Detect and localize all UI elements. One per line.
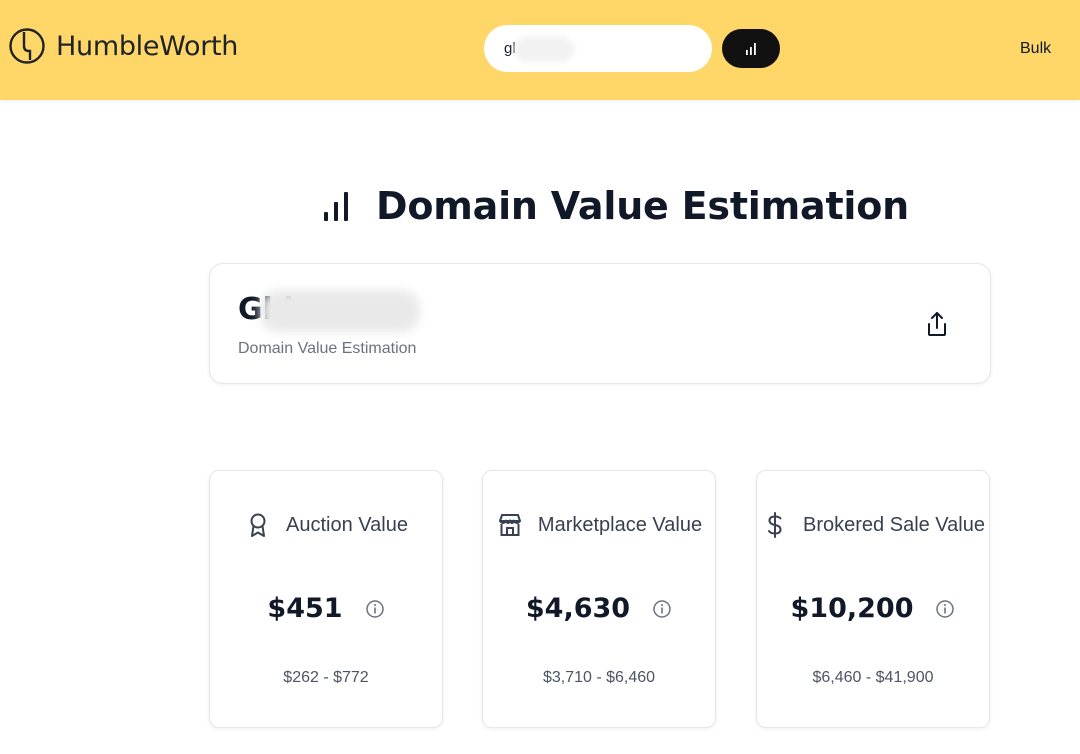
dollar-sign-icon [768,512,782,538]
bar-chart-icon [324,192,348,221]
card-label: Brokered Sale Value [803,513,985,536]
top-header: HumbleWorth Bulk [0,0,1080,100]
card-value-row: $451 [210,593,442,624]
estimate-button[interactable] [722,29,780,68]
bulk-link[interactable]: Bulk [1020,40,1051,58]
brand-name: HumbleWorth [56,30,239,62]
humbleworth-logo-icon [9,28,45,64]
auction-value-card: Auction Value $451 $262 - $772 [209,470,443,728]
bar-chart-icon [746,42,756,55]
page-heading: Domain Value Estimation [320,178,909,234]
value-range: $3,710 - $6,460 [542,669,656,686]
share-icon [928,312,946,336]
card-value-row: $4,630 [483,593,715,624]
card-header: Auction Value [210,511,442,539]
domain-card: Gl k Domain Value Estimation [209,263,991,384]
info-icon[interactable] [935,599,955,619]
value-range: $6,460 - $41,900 [812,669,934,686]
estimated-value: $10,200 [790,593,914,624]
card-value-row: $10,200 [757,593,989,624]
domain-subtitle: Domain Value Estimation [238,340,417,357]
brand-logo[interactable]: HumbleWorth [8,26,238,66]
store-icon [498,514,521,536]
share-button[interactable] [924,310,950,338]
value-range: $262 - $772 [283,669,369,686]
card-label: Auction Value [286,513,408,536]
estimated-value: $451 [267,593,343,624]
redaction-blur [260,290,420,332]
award-ribbon-icon [250,513,266,537]
redaction-blur [514,36,574,62]
info-icon[interactable] [652,599,672,619]
card-label: Marketplace Value [537,513,703,536]
card-header: Brokered Sale Value [757,511,989,539]
page-title: Domain Value Estimation [376,184,910,228]
brokered-sale-value-card: Brokered Sale Value $10,200 $6,460 - $41… [756,470,990,728]
marketplace-value-card: Marketplace Value $4,630 $3,710 - $6,460 [482,470,716,728]
estimated-value: $4,630 [525,593,631,624]
info-icon[interactable] [365,599,385,619]
card-header: Marketplace Value [483,511,715,539]
